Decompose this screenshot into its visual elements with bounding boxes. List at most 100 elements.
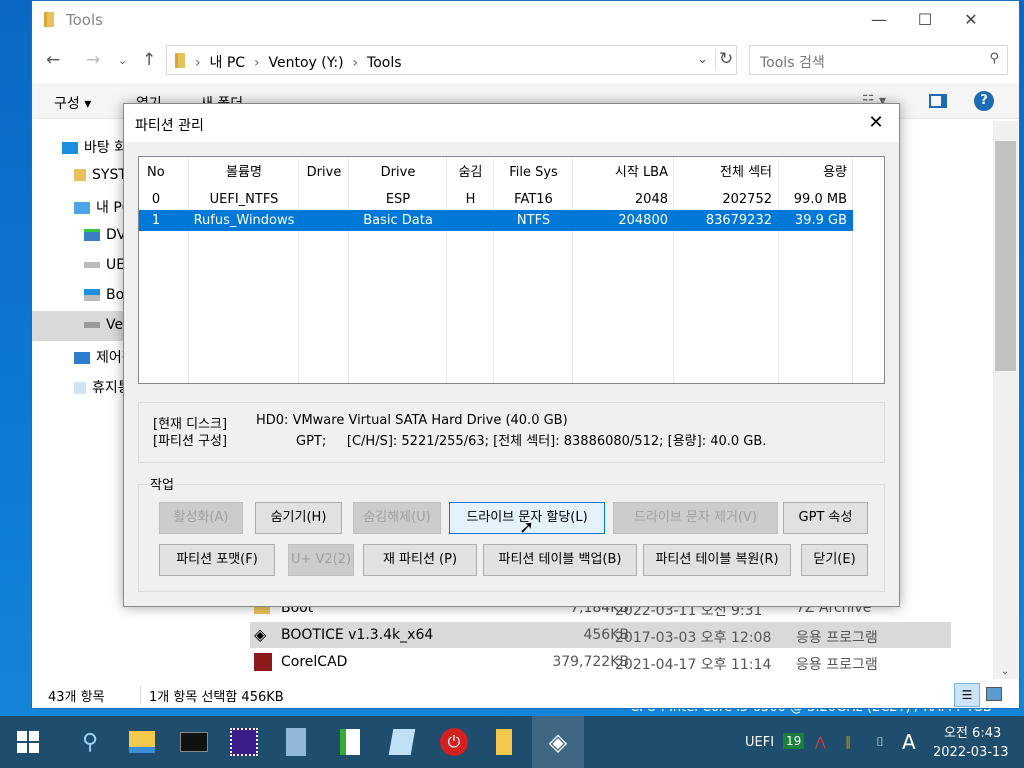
file-name: CorelCAD <box>281 654 348 670</box>
selection-info: 1개 항목 선택함 456KB <box>140 686 284 705</box>
forward-icon[interactable]: → <box>86 50 100 70</box>
cpu-taskbar-icon[interactable] <box>220 716 268 768</box>
search-placeholder: Tools 검색 <box>760 55 825 71</box>
file-row[interactable]: ◈ BOOTICE v1.3.4k_x64 456KB 2017-03-03 오… <box>250 622 951 648</box>
breadcrumb-item[interactable]: Tools <box>367 55 402 71</box>
file-type: 응용 프로그램 <box>796 657 878 673</box>
nav-item-recycle-bin[interactable]: 휴지통 <box>32 371 124 401</box>
help-icon[interactable]: ? <box>974 91 994 111</box>
unhide-button[interactable]: 숨김해제(U) <box>353 502 441 534</box>
column-header-drive-type[interactable]: Drive <box>349 157 447 188</box>
column-header-drive[interactable]: Drive <box>299 157 349 188</box>
nav-item-desktop[interactable]: 바탕 화면 <box>32 131 124 161</box>
partition-row[interactable]: 0 UEFI_NTFS ESP H FAT16 2048 202752 99.0… <box>139 189 853 210</box>
nav-label: Ventoy <box>106 317 124 333</box>
large-icons-view-icon[interactable] <box>986 687 1002 701</box>
partition-manager-dialog: 파티션 관리 ✕ No 볼륨명 Drive Drive 숨김 File Sys … <box>123 103 900 607</box>
pen-icon[interactable]: ∥ <box>845 735 852 750</box>
uefi-indicator: UEFI <box>745 735 775 750</box>
breadcrumb: › 내 PC › Ventoy (Y:) › Tools <box>195 55 402 71</box>
notepad-taskbar-icon[interactable] <box>378 716 426 768</box>
window-title: Tools <box>66 11 103 29</box>
dvd-drive-icon <box>84 229 100 241</box>
minimize-button[interactable]: — <box>856 5 902 35</box>
hide-button[interactable]: 숨기기(H) <box>255 502 342 534</box>
refresh-icon[interactable]: ↻ <box>715 49 733 69</box>
dialog-title: 파티션 관리 <box>135 118 204 134</box>
file-type: 응용 프로그램 <box>796 630 878 646</box>
search-input[interactable]: Tools 검색 ⚲ <box>749 45 1008 75</box>
search-taskbar-icon[interactable]: ⚲ <box>66 716 114 768</box>
windows-logo-icon <box>17 731 39 753</box>
installer-taskbar-icon[interactable] <box>326 716 374 768</box>
maximize-button[interactable]: ☐ <box>902 5 948 35</box>
nav-item-boot[interactable]: Boot <box>32 281 124 311</box>
format-partition-button[interactable]: 파티션 포맷(F) <box>159 544 275 576</box>
folder-icon <box>44 12 54 27</box>
power-taskbar-icon[interactable]: ⏻ <box>430 716 478 768</box>
network-icon[interactable]: ⋀ <box>815 735 826 750</box>
calculator-taskbar-icon[interactable] <box>272 716 320 768</box>
start-button[interactable] <box>4 716 52 768</box>
repartition-button[interactable]: 재 파티션 (P) <box>363 544 477 576</box>
organize-menu[interactable]: 구성 ▾ <box>54 93 91 113</box>
gpt-attributes-button[interactable]: GPT 속성 <box>783 502 868 534</box>
details-view-icon[interactable]: ☰ <box>954 683 980 707</box>
column-header-no[interactable]: No <box>147 157 165 188</box>
preview-pane-icon[interactable] <box>929 94 947 108</box>
breadcrumb-item[interactable]: 내 PC <box>210 55 246 71</box>
cell-drive <box>299 189 349 210</box>
clock-time[interactable]: 오전 6:43 <box>944 722 1001 741</box>
usb-icon[interactable]: ⌷ <box>876 735 884 750</box>
column-header-size[interactable]: 용량 <box>779 157 847 188</box>
activate-button[interactable]: 활성화(A) <box>159 502 243 534</box>
clock-date[interactable]: 2022-03-13 <box>933 745 1009 760</box>
title-bar: Tools — ☐ ✕ <box>32 1 1019 39</box>
u-v2-button[interactable]: U+ V2(2) <box>288 544 354 576</box>
file-row[interactable]: CorelCAD 379,722KB 2021-04-17 오후 11:14 응… <box>250 649 951 675</box>
recent-dropdown-icon[interactable]: ⌄ <box>118 54 127 67</box>
scroll-down-icon[interactable]: ⌄ <box>1001 666 1009 677</box>
tray-badge[interactable]: 19 <box>783 733 805 749</box>
nav-label: SYSTEM <box>92 167 124 183</box>
close-dialog-button[interactable]: 닫기(E) <box>801 544 868 576</box>
nav-label: 바탕 화면 <box>84 140 124 156</box>
nav-item-this-pc[interactable]: 내 PC <box>32 191 124 221</box>
cell-drive-type: Basic Data <box>363 213 433 228</box>
scrollbar-thumb[interactable] <box>995 141 1016 371</box>
cell-total-sectors: 202752 <box>722 192 772 207</box>
nav-item-control-panel[interactable]: 제어판 <box>32 341 124 371</box>
mouse-cursor-icon: ➚ <box>519 517 535 538</box>
up-icon[interactable]: ↑ <box>142 50 156 70</box>
remove-drive-letter-button[interactable]: 드라이브 문자 제거(V) <box>613 502 778 534</box>
dialog-close-button[interactable]: ✕ <box>861 110 891 136</box>
restore-partition-table-button[interactable]: 파티션 테이블 복원(R) <box>643 544 791 576</box>
nav-item-system[interactable]: SYSTEM <box>32 161 124 191</box>
folder-taskbar-icon[interactable] <box>480 716 528 768</box>
nav-item-ventoy[interactable]: Ventoy <box>32 311 124 341</box>
close-button[interactable]: ✕ <box>948 5 994 35</box>
chevron-down-icon[interactable]: ⌄ <box>697 52 708 67</box>
vertical-scrollbar[interactable]: ⌄ <box>993 121 1018 679</box>
ime-indicator[interactable]: A <box>902 730 916 754</box>
backup-partition-table-button[interactable]: 파티션 테이블 백업(B) <box>483 544 637 576</box>
column-header-start-lba[interactable]: 시작 LBA <box>573 157 668 188</box>
partition-list[interactable]: No 볼륨명 Drive Drive 숨김 File Sys 시작 LBA 전체… <box>138 156 885 384</box>
back-icon[interactable]: ← <box>46 50 60 70</box>
file-explorer-taskbar-icon[interactable] <box>118 716 166 768</box>
folder-icon <box>175 53 185 68</box>
corelcad-icon <box>254 653 272 671</box>
terminal-taskbar-icon[interactable] <box>170 716 218 768</box>
breadcrumb-item[interactable]: Ventoy (Y:) <box>269 55 344 71</box>
nav-label: UEFI_NTFS <box>106 257 124 273</box>
column-header-total-sectors[interactable]: 전체 섹터 <box>674 157 772 188</box>
nav-item-uefi[interactable]: UEFI_NTFS <box>32 251 124 281</box>
column-header-filesys[interactable]: File Sys <box>494 157 573 188</box>
column-header-hidden[interactable]: 숨김 <box>447 157 494 188</box>
column-header-volume[interactable]: 볼륨명 <box>189 157 299 188</box>
bootice-taskbar-icon[interactable]: ◈ <box>532 716 584 768</box>
search-icon: ⚲ <box>989 51 999 66</box>
partition-row-selected[interactable]: 1 Rufus_Windows Basic Data NTFS 204800 8… <box>139 210 853 231</box>
address-bar[interactable]: › 내 PC › Ventoy (Y:) › Tools ⌄ ↻ <box>166 45 737 75</box>
nav-item-dvd[interactable]: DVD <box>32 221 124 251</box>
